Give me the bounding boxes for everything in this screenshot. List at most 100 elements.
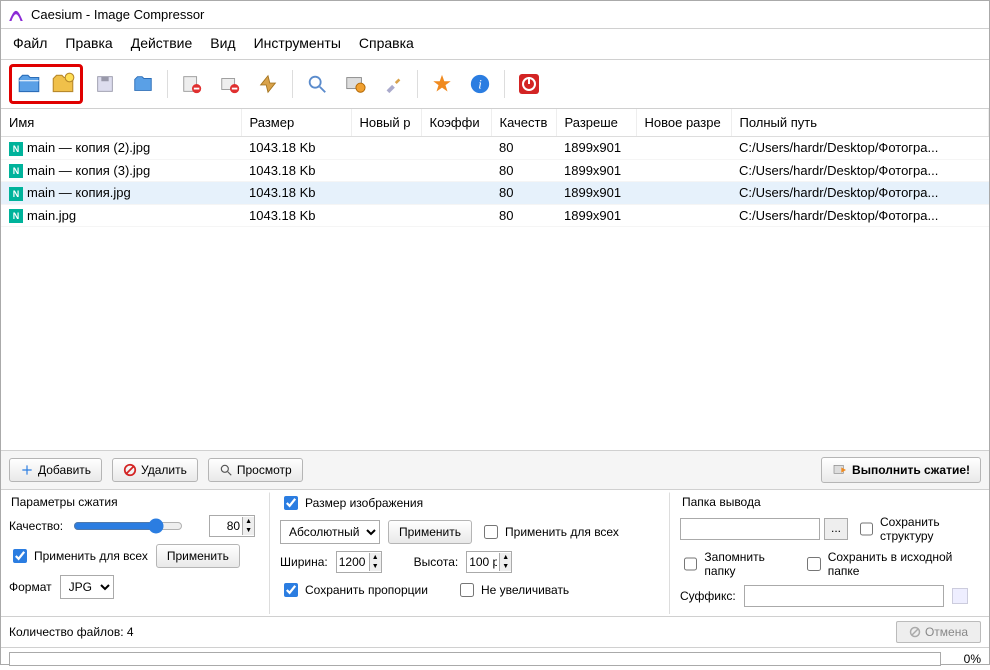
table-row[interactable]: Nmain — копия (2).jpg1043.18 Kb801899x90…	[1, 137, 989, 160]
table-row[interactable]: Nmain — копия (3).jpg1043.18 Kb801899x90…	[1, 159, 989, 182]
menu-view[interactable]: Вид	[210, 35, 235, 51]
col-new-size[interactable]: Новый р	[351, 109, 421, 137]
add-file-icon[interactable]	[13, 68, 45, 100]
progress-percent: 0%	[949, 652, 981, 666]
clear-list-icon[interactable]	[214, 68, 246, 100]
remember-folder-checkbox[interactable]: Запомнить папку	[680, 550, 795, 578]
width-value[interactable]	[337, 552, 369, 572]
size-apply-button[interactable]: Применить	[388, 520, 472, 544]
size-mode-select[interactable]: Абсолютный	[280, 520, 380, 544]
suffix-input[interactable]	[744, 585, 944, 607]
menu-tools[interactable]: Инструменты	[254, 35, 341, 51]
compress-button[interactable]: Выполнить сжатие!	[821, 457, 981, 483]
settings-panels: Параметры сжатия Качество: ▲▼ Применить …	[1, 490, 989, 617]
compression-panel: Параметры сжатия Качество: ▲▼ Применить …	[9, 492, 259, 614]
zoom-icon[interactable]	[301, 68, 333, 100]
format-label: Формат	[9, 580, 52, 594]
table-row[interactable]: Nmain.jpg1043.18 Kb801899x901C:/Users/ha…	[1, 204, 989, 227]
spin-down-icon[interactable]: ▼	[369, 562, 381, 571]
keep-structure-checkbox[interactable]: Сохранить структуру	[856, 515, 981, 543]
image-settings-icon[interactable]	[339, 68, 371, 100]
col-resolution[interactable]: Разреше	[556, 109, 636, 137]
quality-spinner[interactable]: ▲▼	[209, 515, 255, 537]
menubar: Файл Правка Действие Вид Инструменты Спр…	[1, 29, 989, 60]
image-size-panel: Размер изображения Абсолютный Применить …	[269, 492, 659, 614]
statusbar: Количество файлов: 4 Отмена	[1, 617, 989, 648]
compress-icon	[832, 462, 848, 478]
quality-apply-button[interactable]: Применить	[156, 544, 240, 568]
clean-icon[interactable]	[252, 68, 284, 100]
star-icon[interactable]	[426, 68, 458, 100]
cancel-button[interactable]: Отмена	[896, 621, 981, 643]
browse-button[interactable]: ...	[824, 518, 848, 540]
output-panel: Папка вывода ... Сохранить структуру Зап…	[669, 492, 981, 614]
tools-icon[interactable]	[377, 68, 409, 100]
toolbar: i	[1, 60, 989, 109]
info-icon[interactable]: i	[464, 68, 496, 100]
spin-up-icon[interactable]: ▲	[242, 517, 254, 526]
suffix-label: Суффикс:	[680, 589, 736, 603]
output-path-input[interactable]	[680, 518, 820, 540]
add-folder-icon[interactable]	[47, 68, 79, 100]
width-spinner[interactable]: ▲▼	[336, 551, 382, 573]
table-row[interactable]: Nmain — копия.jpg1043.18 Kb801899x901C:/…	[1, 182, 989, 205]
forbid-icon	[909, 626, 921, 638]
svg-text:i: i	[478, 78, 482, 92]
spin-up-icon[interactable]: ▲	[499, 553, 511, 562]
col-size[interactable]: Размер	[241, 109, 351, 137]
size-apply-all-checkbox[interactable]: Применить для всех	[480, 522, 619, 542]
compression-title: Параметры сжатия	[11, 495, 259, 509]
search-icon	[219, 463, 233, 477]
titlebar: Caesium - Image Compressor	[1, 1, 989, 29]
col-quality[interactable]: Качеств	[491, 109, 556, 137]
add-button-label: Добавить	[38, 463, 91, 477]
app-icon	[7, 6, 25, 24]
open-folder-icon[interactable]	[127, 68, 159, 100]
format-select[interactable]: JPG	[60, 575, 114, 599]
progress-track	[9, 652, 941, 666]
height-value[interactable]	[467, 552, 499, 572]
suffix-reset-icon[interactable]	[952, 588, 968, 604]
power-icon[interactable]	[513, 68, 545, 100]
quality-slider[interactable]	[73, 518, 183, 534]
image-size-enable-checkbox[interactable]: Размер изображения	[280, 493, 423, 513]
quality-apply-all-checkbox[interactable]: Применить для всех	[9, 546, 148, 566]
file-type-icon: N	[9, 209, 23, 223]
window-title: Caesium - Image Compressor	[31, 7, 204, 22]
preview-button-label: Просмотр	[237, 463, 292, 477]
menu-file[interactable]: Файл	[13, 35, 47, 51]
spin-down-icon[interactable]: ▼	[242, 526, 254, 535]
width-label: Ширина:	[280, 555, 328, 569]
no-enlarge-checkbox[interactable]: Не увеличивать	[456, 580, 569, 600]
menu-edit[interactable]: Правка	[65, 35, 112, 51]
col-path[interactable]: Полный путь	[731, 109, 989, 137]
actionbar: Добавить Удалить Просмотр Выполнить сжат…	[1, 451, 989, 490]
same-folder-checkbox[interactable]: Сохранить в исходной папке	[803, 550, 981, 578]
file-type-icon: N	[9, 187, 23, 201]
height-label: Высота:	[414, 555, 459, 569]
output-title: Папка вывода	[682, 495, 981, 509]
preview-button[interactable]: Просмотр	[208, 458, 303, 482]
remove-button-label: Удалить	[141, 463, 187, 477]
remove-item-icon[interactable]	[176, 68, 208, 100]
add-button[interactable]: Добавить	[9, 458, 102, 482]
spin-up-icon[interactable]: ▲	[369, 553, 381, 562]
col-name[interactable]: Имя	[1, 109, 241, 137]
menu-help[interactable]: Справка	[359, 35, 414, 51]
forbid-icon	[123, 463, 137, 477]
progressbar: 0%	[1, 648, 989, 670]
col-new-res[interactable]: Новое разре	[636, 109, 731, 137]
keep-ratio-checkbox[interactable]: Сохранить пропорции	[280, 580, 428, 600]
file-count-label: Количество файлов: 4	[9, 625, 134, 639]
height-spinner[interactable]: ▲▼	[466, 551, 512, 573]
remove-button[interactable]: Удалить	[112, 458, 198, 482]
file-type-icon: N	[9, 142, 23, 156]
quality-value[interactable]	[210, 516, 242, 536]
file-listview[interactable]: Имя Размер Новый р Коэффи Качеств Разреш…	[1, 109, 989, 451]
save-icon[interactable]	[89, 68, 121, 100]
col-ratio[interactable]: Коэффи	[421, 109, 491, 137]
highlight-add-buttons	[9, 64, 83, 104]
spin-down-icon[interactable]: ▼	[499, 562, 511, 571]
menu-action[interactable]: Действие	[131, 35, 193, 51]
quality-label: Качество:	[9, 519, 63, 533]
